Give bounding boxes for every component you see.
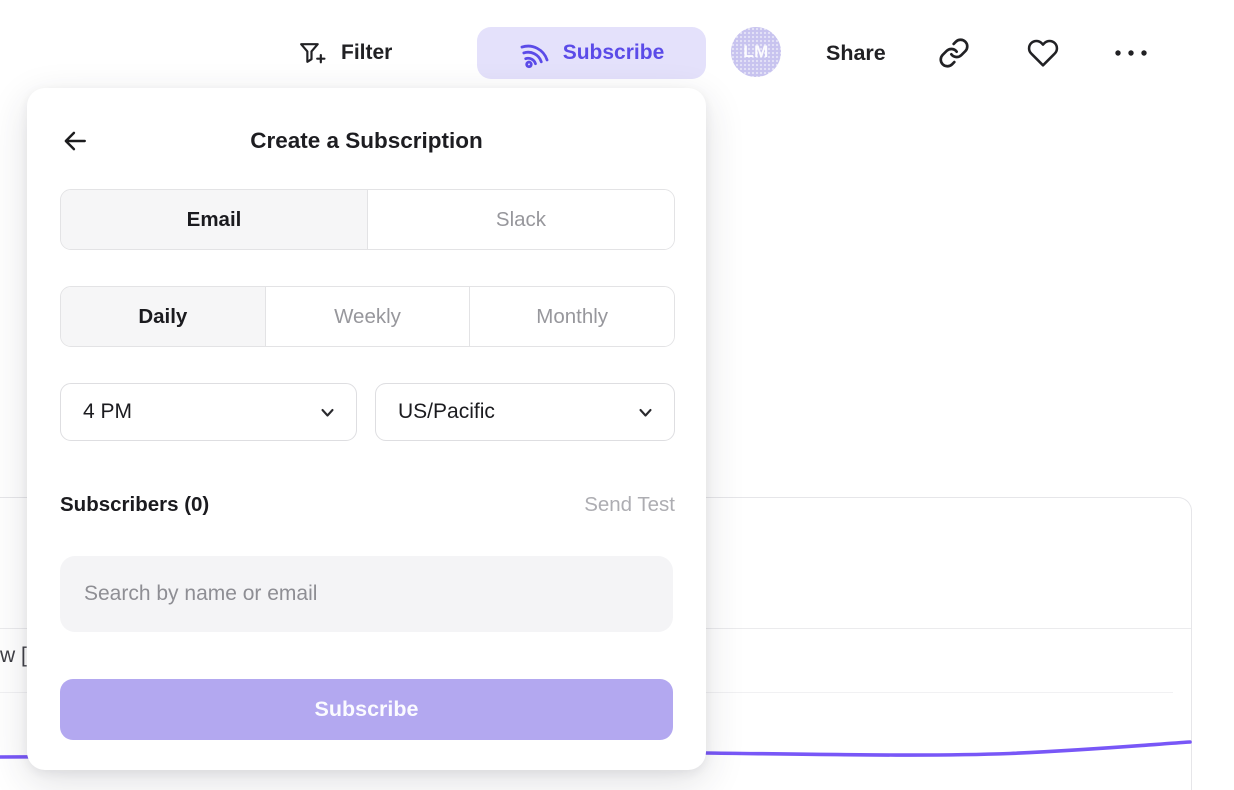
subscribe-toolbar-button[interactable]: Subscribe — [477, 27, 706, 79]
heart-icon — [1026, 37, 1060, 69]
time-select[interactable]: 4 PM — [60, 383, 357, 441]
create-subscription-modal: Create a Subscription Email Slack Daily … — [27, 88, 706, 770]
modal-title: Create a Subscription — [27, 128, 706, 154]
subscribers-row: Subscribers (0) Send Test — [60, 493, 675, 517]
subscribe-chip-label: Subscribe — [563, 41, 665, 65]
subscriber-search-input[interactable] — [60, 556, 673, 632]
avatar[interactable]: LM — [731, 27, 781, 77]
share-button[interactable]: Share — [826, 37, 886, 69]
tab-daily[interactable]: Daily — [61, 287, 265, 346]
channel-tabs: Email Slack — [60, 189, 675, 250]
subscribers-count-label: Subscribers (0) — [60, 493, 209, 517]
link-icon — [938, 37, 970, 69]
filter-button[interactable]: Filter — [297, 31, 392, 75]
more-options-button[interactable] — [1112, 45, 1150, 61]
filter-label: Filter — [341, 41, 392, 65]
tab-weekly[interactable]: Weekly — [265, 287, 470, 346]
timezone-select[interactable]: US/Pacific — [375, 383, 675, 441]
timezone-select-value: US/Pacific — [398, 400, 495, 424]
background-partial-text: w [ — [0, 644, 27, 668]
tab-slack[interactable]: Slack — [367, 190, 674, 249]
subscribe-submit-button[interactable]: Subscribe — [60, 679, 673, 740]
chevron-down-icon — [318, 403, 337, 422]
time-select-value: 4 PM — [83, 400, 132, 424]
tab-monthly[interactable]: Monthly — [469, 287, 674, 346]
avatar-initials: LM — [743, 42, 769, 62]
favorite-button[interactable] — [1026, 37, 1060, 69]
ellipsis-icon — [1112, 45, 1150, 61]
copy-link-button[interactable] — [938, 37, 970, 69]
rss-icon — [515, 33, 554, 72]
share-label: Share — [826, 41, 886, 66]
tab-email[interactable]: Email — [61, 190, 367, 249]
screen: w [ Filter Subscribe LM Share — [0, 0, 1234, 790]
frequency-tabs: Daily Weekly Monthly — [60, 286, 675, 347]
filter-plus-icon — [297, 39, 326, 68]
send-test-button[interactable]: Send Test — [584, 493, 675, 517]
chevron-down-icon — [636, 403, 655, 422]
